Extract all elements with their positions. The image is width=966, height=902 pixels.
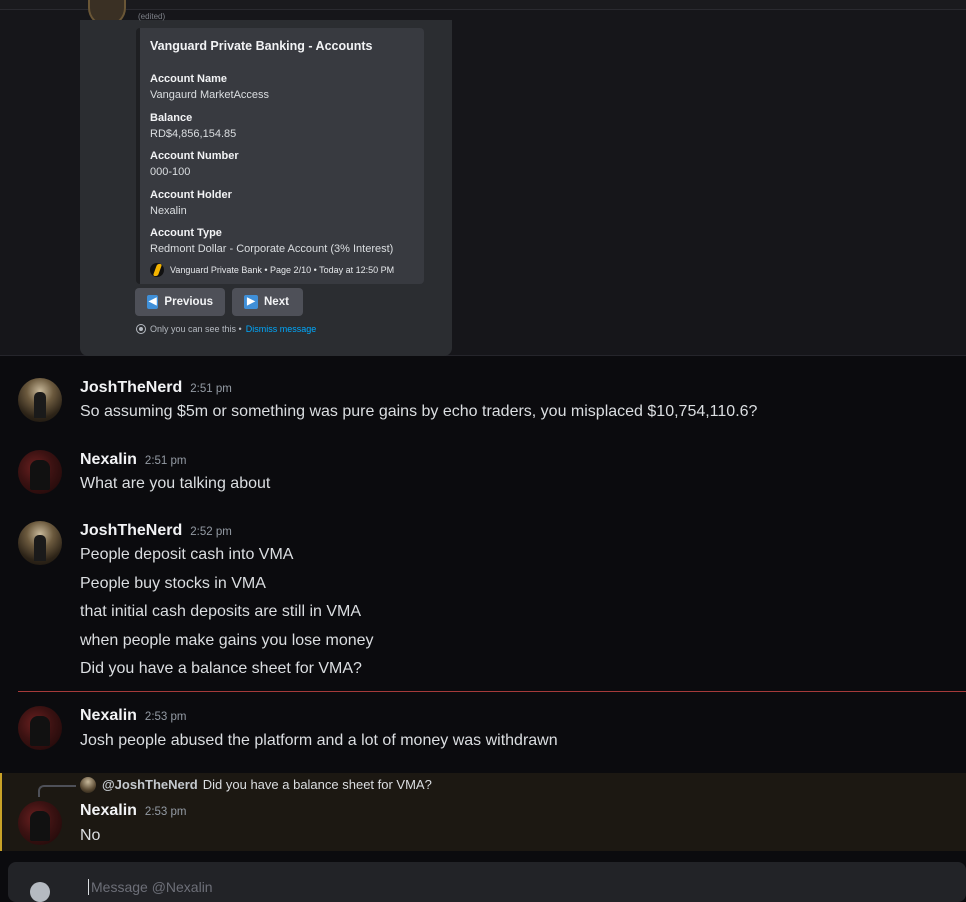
field-name-account-name: Account Name — [150, 73, 228, 85]
avatar[interactable] — [18, 521, 62, 565]
timestamp: 2:51 pm — [190, 383, 232, 395]
reply-preview[interactable]: @JoshTheNerd Did you have a balance sheet… — [102, 777, 432, 792]
ephemeral-text: Only you can see this • — [150, 324, 242, 334]
message-line: People deposit cash into VMA — [80, 546, 294, 563]
author-name[interactable]: JoshTheNerd — [80, 379, 182, 396]
top-bar — [0, 0, 966, 10]
message-line: People buy stocks in VMA — [80, 575, 266, 592]
field-name-account-number: Account Number — [150, 150, 239, 162]
reply-user[interactable]: @JoshTheNerd — [102, 777, 198, 792]
field-value-account-type: Redmont Dollar - Corporate Account (3% I… — [150, 243, 394, 255]
edited-label: (edited) — [138, 12, 166, 21]
previous-button-label: Previous — [164, 296, 213, 308]
avatar[interactable] — [18, 801, 62, 845]
field-value-balance: RD$4,856,154.85 — [150, 128, 237, 140]
next-button[interactable]: ▶ Next — [232, 288, 303, 316]
message-line: when people make gains you lose money — [80, 632, 374, 649]
field-name-balance: Balance — [150, 112, 193, 124]
avatar[interactable] — [18, 378, 62, 422]
message-line: that initial cash deposits are still in … — [80, 603, 362, 620]
message-composer[interactable]: Message @Nexalin — [8, 862, 966, 902]
author-name[interactable]: Nexalin — [80, 451, 137, 468]
field-value-account-holder: Nexalin — [150, 205, 187, 217]
author-name[interactable]: JoshTheNerd — [80, 522, 182, 539]
ephemeral-notice: Only you can see this • Dismiss message — [136, 324, 316, 334]
timestamp: 2:53 pm — [144, 711, 187, 723]
timestamp: 2:51 pm — [144, 455, 187, 467]
previous-button[interactable]: ◀ Previous — [135, 288, 225, 316]
message-line: Josh people abused the platform and a lo… — [80, 732, 558, 749]
timestamp: 2:53 pm — [144, 806, 187, 818]
field-name-account-holder: Account Holder — [150, 189, 232, 201]
reply-connector — [38, 785, 76, 797]
timestamp: 2:52 pm — [190, 526, 232, 538]
message-input[interactable]: Message @Nexalin — [88, 879, 213, 895]
field-value-account-name: Vangaurd MarketAccess — [150, 89, 270, 101]
message-line: So assuming $5m or something was pure ga… — [80, 403, 758, 420]
message-author[interactable]: Nexalin 2:53 pm — [80, 707, 186, 725]
arrow-right-icon: ▶ — [244, 295, 258, 309]
add-attachment-icon[interactable] — [30, 882, 50, 902]
embed-footer: Vanguard Private Bank • Page 2/10 • Toda… — [150, 262, 394, 278]
arrow-left-icon: ◀ — [147, 295, 159, 309]
message-line: No — [80, 827, 101, 844]
eye-icon — [136, 324, 146, 334]
message-author[interactable]: Nexalin 2:51 pm — [80, 451, 186, 469]
bot-message-area: (edited) Vanguard Private Banking - Acco… — [0, 0, 966, 356]
field-name-account-type: Account Type — [150, 227, 222, 239]
message-author[interactable]: JoshTheNerd 2:52 pm — [80, 522, 232, 540]
embed-footer-text: Vanguard Private Bank • Page 2/10 • Toda… — [170, 265, 395, 275]
embed-title: Vanguard Private Banking - Accounts — [150, 39, 373, 53]
vanguard-logo-icon — [150, 263, 164, 277]
message-line: What are you talking about — [80, 475, 271, 492]
message-author[interactable]: Nexalin 2:53 pm — [80, 802, 186, 820]
dismiss-message-link[interactable]: Dismiss message — [246, 324, 317, 334]
avatar[interactable] — [18, 450, 62, 494]
bot-message: (edited) Vanguard Private Banking - Acco… — [80, 12, 452, 356]
reply-avatar[interactable] — [80, 777, 96, 793]
field-value-account-number: 000-100 — [150, 166, 191, 178]
author-name[interactable]: Nexalin — [80, 802, 137, 819]
message-author[interactable]: JoshTheNerd 2:51 pm — [80, 379, 232, 397]
next-button-label: Next — [264, 296, 289, 308]
avatar[interactable] — [18, 706, 62, 750]
account-embed: Vanguard Private Banking - Accounts Acco… — [136, 28, 424, 284]
message-line: Did you have a balance sheet for VMA? — [80, 660, 362, 677]
author-name[interactable]: Nexalin — [80, 707, 137, 724]
new-messages-divider — [18, 691, 966, 692]
reply-text: Did you have a balance sheet for VMA? — [202, 777, 432, 792]
